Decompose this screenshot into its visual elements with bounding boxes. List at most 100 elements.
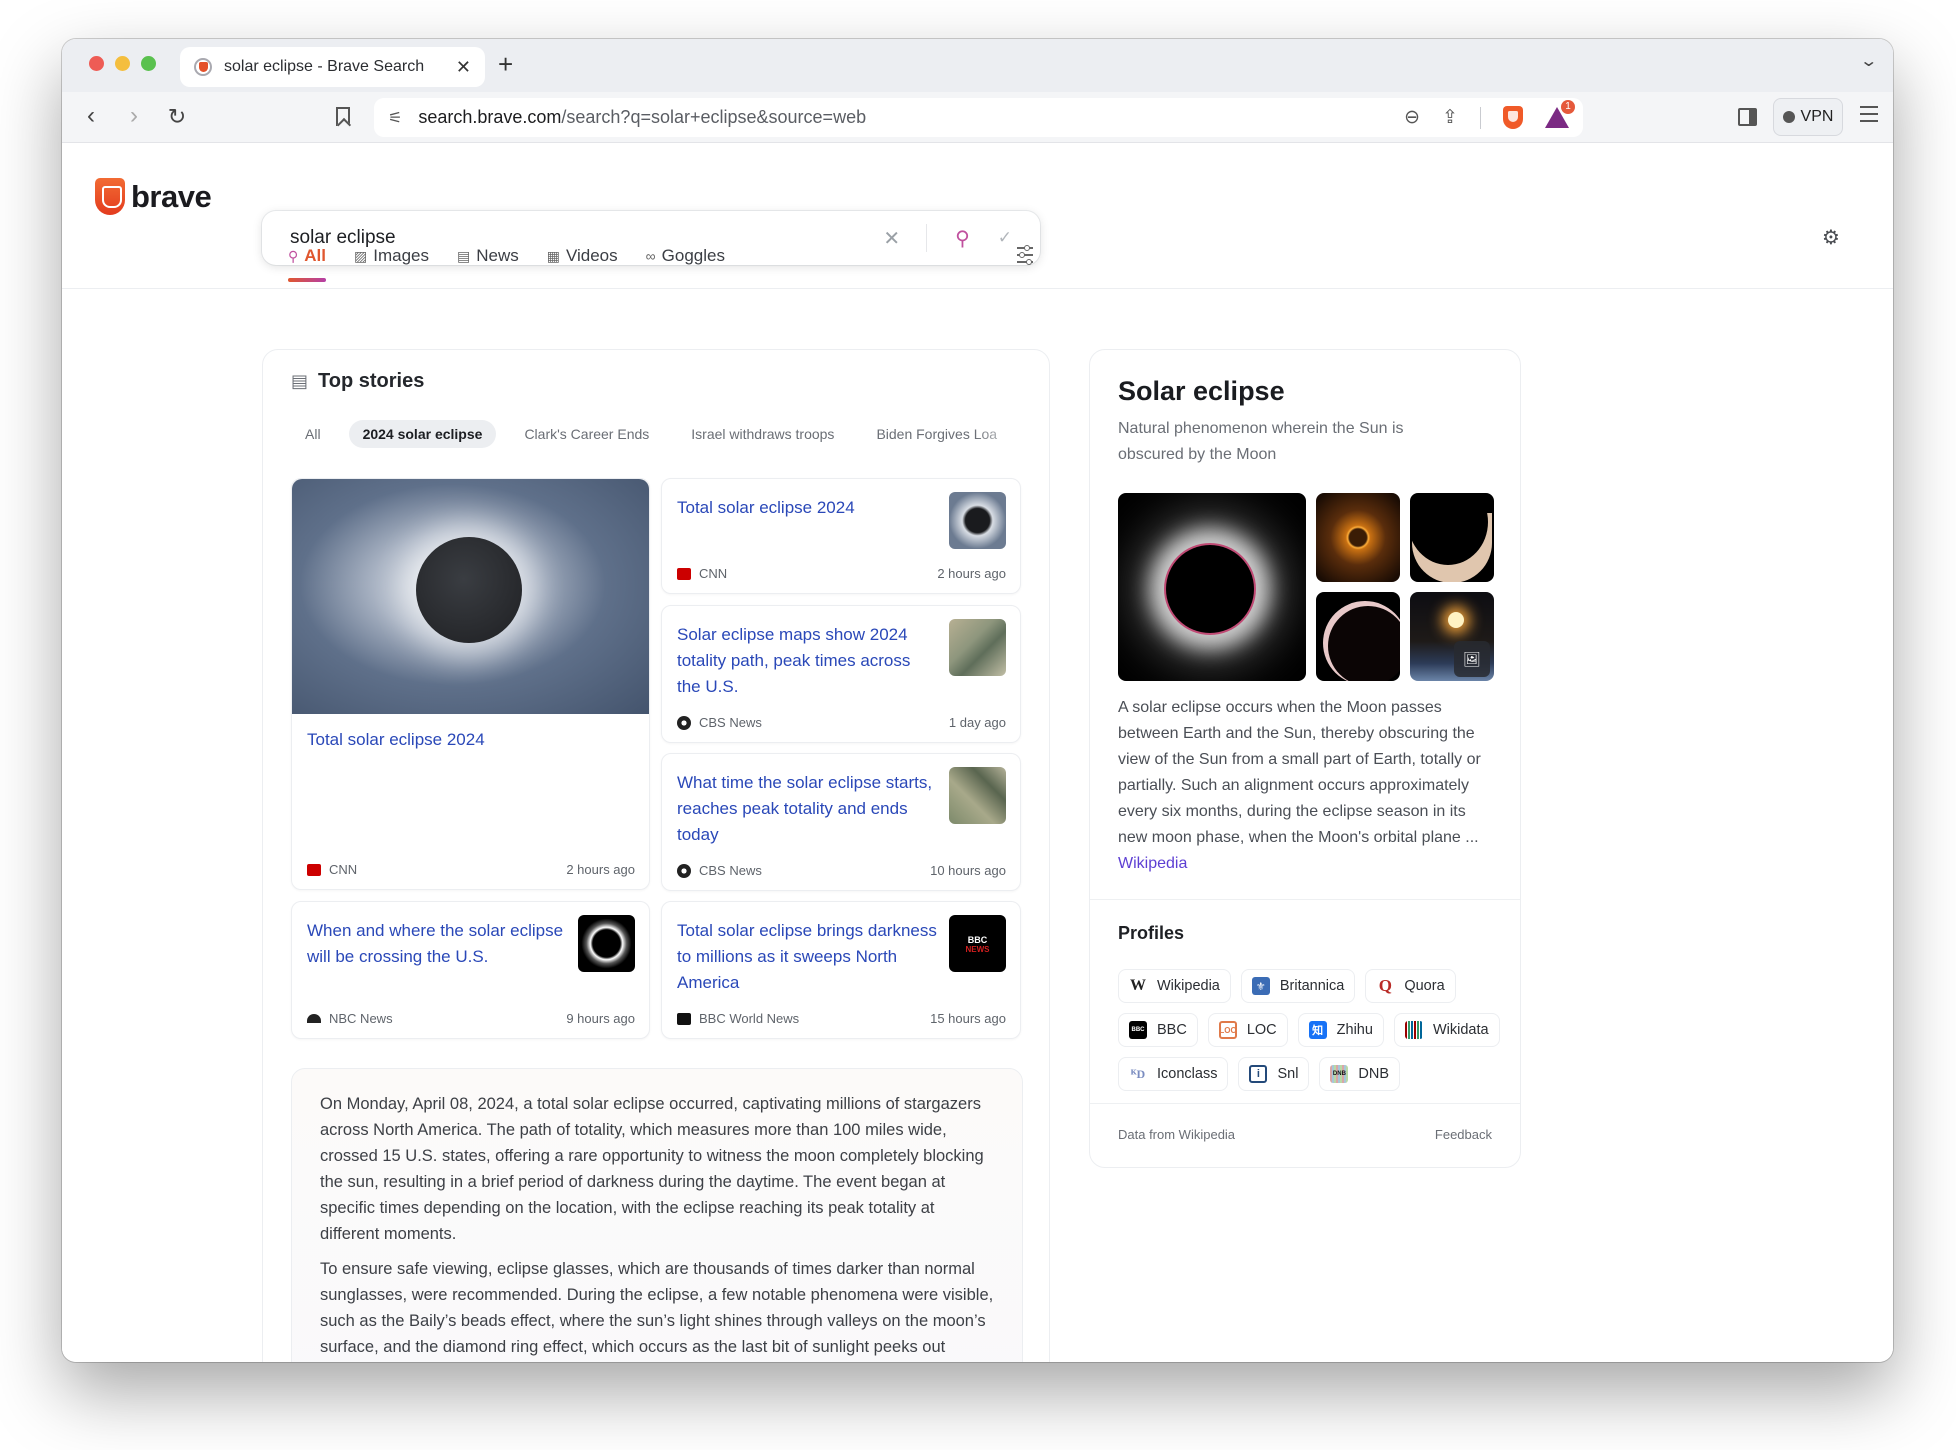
brave-rewards-icon[interactable]: 1 xyxy=(1545,100,1575,128)
story-card[interactable]: When and where the solar eclipse will be… xyxy=(291,901,650,1039)
gallery-image[interactable] xyxy=(1316,592,1400,681)
browser-tab-active[interactable]: solar eclipse - Brave Search ✕ xyxy=(180,47,485,87)
gallery-image[interactable] xyxy=(1316,493,1400,582)
sidebar-toggle-icon[interactable] xyxy=(1738,108,1757,126)
story-card[interactable]: Total solar eclipse brings darkness to m… xyxy=(661,901,1021,1039)
summary-paragraph: On Monday, April 08, 2024, a total solar… xyxy=(320,1095,984,1243)
story-source: CNN xyxy=(329,862,358,877)
chip-all[interactable]: All xyxy=(291,420,335,448)
site-settings-icon[interactable]: ⚟ xyxy=(388,108,402,128)
gallery-image[interactable] xyxy=(1118,493,1306,681)
gallery-image[interactable] xyxy=(1410,493,1494,582)
profile-zhihu[interactable]: 知 Zhihu xyxy=(1297,1013,1384,1047)
profile-quora[interactable]: Q Quora xyxy=(1365,969,1456,1003)
gallery-image[interactable]: 🖼 xyxy=(1410,592,1494,681)
browser-window: solar eclipse - Brave Search ✕ + ⌄ ‹ › ↻… xyxy=(62,39,1893,1362)
profile-britannica[interactable]: ⚜ Britannica xyxy=(1240,969,1356,1003)
tab-close-icon[interactable]: ✕ xyxy=(456,57,471,78)
wikidata-icon xyxy=(1404,1021,1423,1039)
tab-all[interactable]: ⚲ All xyxy=(288,236,326,282)
search-icon[interactable]: ⚲ xyxy=(955,226,970,251)
profile-loc[interactable]: LOC LOC xyxy=(1207,1013,1288,1047)
story-meta: CBS News 1 day ago xyxy=(677,715,1006,730)
maximize-window-button[interactable] xyxy=(141,56,156,71)
story-source: CNN xyxy=(699,566,728,581)
featured-story-card[interactable]: Total solar eclipse 2024 CNN 2 hours ago xyxy=(291,478,650,890)
tab-images[interactable]: ▨ Images xyxy=(354,236,429,276)
cbs-logo-icon xyxy=(677,715,691,730)
story-headline[interactable]: What time the solar eclipse starts, reac… xyxy=(677,770,952,848)
story-headline[interactable]: Solar eclipse maps show 2024 totality pa… xyxy=(677,622,937,700)
bbc-thumb-text: BBC xyxy=(967,935,988,945)
chip-israel-withdraws-troops[interactable]: Israel withdraws troops xyxy=(677,420,848,448)
newspaper-icon: ▤ xyxy=(291,371,309,391)
cnn-logo-icon xyxy=(677,567,691,580)
tab-news[interactable]: ▤ News xyxy=(457,236,519,276)
story-card[interactable]: What time the solar eclipse starts, reac… xyxy=(661,753,1021,891)
story-thumbnail xyxy=(949,767,1006,824)
story-time: 9 hours ago xyxy=(566,1011,635,1026)
brave-shields-icon[interactable] xyxy=(1503,106,1523,129)
story-headline[interactable]: When and where the solar eclipse will be… xyxy=(307,918,577,970)
story-meta: BBC World News 15 hours ago xyxy=(677,1011,1006,1026)
profile-wikipedia[interactable]: W Wikipedia xyxy=(1118,969,1231,1003)
minimize-window-button[interactable] xyxy=(115,56,130,71)
news-icon: ▤ xyxy=(456,247,471,264)
address-bar[interactable]: ⚟ search.brave.com/search?q=solar+eclips… xyxy=(374,98,1583,137)
profile-dnb[interactable]: DNB DNB xyxy=(1319,1057,1401,1091)
url-host: search.brave.com xyxy=(418,107,562,127)
story-headline[interactable]: Total solar eclipse 2024 xyxy=(307,727,485,753)
image-icon: ▨ xyxy=(354,247,368,264)
bookmark-icon[interactable] xyxy=(336,107,350,126)
story-headline[interactable]: Total solar eclipse brings darkness to m… xyxy=(677,918,937,996)
snl-icon: i xyxy=(1249,1065,1268,1083)
story-thumbnail: BBC NEWS xyxy=(949,915,1006,972)
gear-icon[interactable]: ⚙ xyxy=(1822,225,1840,250)
url-text[interactable]: search.brave.com/search?q=solar+eclipse&… xyxy=(418,107,1404,128)
profile-label: DNB xyxy=(1358,1066,1390,1082)
knowledge-panel: Solar eclipse Natural phenomenon wherein… xyxy=(1089,349,1521,1168)
clear-search-icon[interactable]: ✕ xyxy=(883,226,900,251)
zoom-out-icon[interactable]: ⊖ xyxy=(1404,106,1420,129)
divider xyxy=(1090,1103,1520,1104)
tab-search-chevron-icon[interactable]: ⌄ xyxy=(1859,51,1878,71)
check-icon[interactable]: ✓ xyxy=(998,228,1012,248)
browser-toolbar: ‹ › ↻ ⚟ search.brave.com/search?q=solar+… xyxy=(62,92,1893,143)
vpn-status-icon xyxy=(1782,111,1795,123)
story-time: 10 hours ago xyxy=(930,863,1006,878)
new-tab-button[interactable]: + xyxy=(498,49,513,80)
wikipedia-link[interactable]: Wikipedia xyxy=(1118,855,1187,872)
tab-videos[interactable]: ▦ Videos xyxy=(547,236,618,276)
chip-2024-solar-eclipse[interactable]: 2024 solar eclipse xyxy=(348,420,497,448)
more-images-icon[interactable]: 🖼 xyxy=(1454,641,1490,677)
back-button[interactable]: ‹ xyxy=(76,102,106,130)
profile-label: Britannica xyxy=(1279,978,1345,994)
story-headline[interactable]: Total solar eclipse 2024 xyxy=(677,495,937,521)
filters-sliders-icon[interactable] xyxy=(1017,245,1033,268)
profile-snl[interactable]: i Snl xyxy=(1238,1057,1310,1091)
profile-bbc[interactable]: BBC BBC xyxy=(1118,1013,1198,1047)
share-icon[interactable]: ⇪ xyxy=(1442,106,1458,129)
brave-logo[interactable]: brave xyxy=(95,178,212,215)
forward-button[interactable]: › xyxy=(119,102,149,130)
chip-clarks-career-ends[interactable]: Clark's Career Ends xyxy=(510,420,663,448)
kp-title: Solar eclipse xyxy=(1118,376,1285,406)
profile-label: Wikidata xyxy=(1432,1022,1489,1038)
chip-biden-forgives-loans[interactable]: Biden Forgives Loa xyxy=(862,420,1011,448)
profile-iconclass[interactable]: ᴷD Iconclass xyxy=(1118,1057,1229,1091)
reload-button[interactable]: ↻ xyxy=(162,104,192,130)
story-time: 15 hours ago xyxy=(930,1011,1006,1026)
tab-goggles[interactable]: ∞ Goggles xyxy=(646,236,725,276)
profile-wikidata[interactable]: Wikidata xyxy=(1393,1013,1500,1047)
feedback-link[interactable]: Feedback xyxy=(1435,1127,1492,1142)
menu-icon[interactable] xyxy=(1860,106,1878,127)
story-card[interactable]: Total solar eclipse 2024 CNN 2 hours ago xyxy=(661,478,1021,594)
close-window-button[interactable] xyxy=(89,56,104,71)
wikipedia-icon: W xyxy=(1130,977,1146,994)
dnb-icon: DNB xyxy=(1330,1065,1349,1083)
vpn-button[interactable]: VPN xyxy=(1773,98,1843,136)
ai-summary-box: On Monday, April 08, 2024, a total solar… xyxy=(291,1068,1023,1362)
profiles-list: W Wikipedia ⚜ Britannica Q Quora BBC BBC LOC… xyxy=(1118,969,1508,1091)
story-card[interactable]: Solar eclipse maps show 2024 totality pa… xyxy=(661,605,1021,743)
story-time: 1 day ago xyxy=(948,715,1006,730)
